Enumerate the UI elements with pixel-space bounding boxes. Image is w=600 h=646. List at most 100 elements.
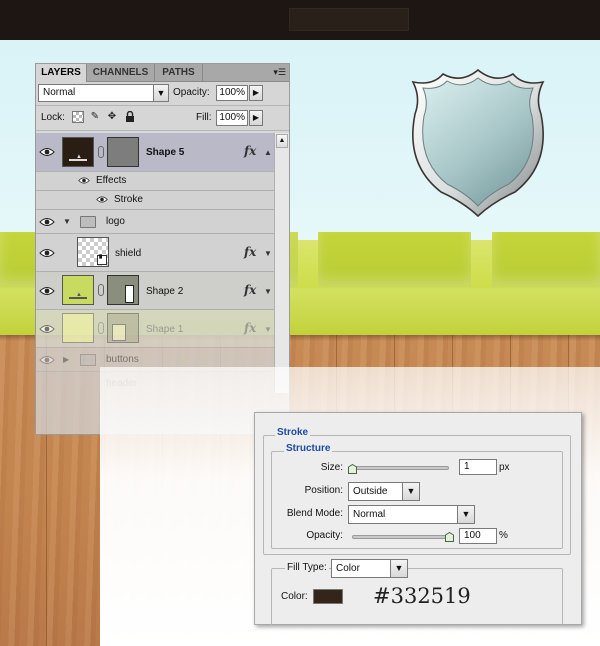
eye-icon[interactable] [39, 286, 55, 296]
blend-mode-label: Blend Mode: [286, 508, 343, 519]
size-slider[interactable] [350, 466, 449, 470]
fill-type-value: Color [336, 563, 360, 574]
fill-label: Fill: [196, 112, 212, 123]
eye-icon[interactable] [78, 176, 94, 186]
blend-mode-value: Normal [43, 87, 76, 98]
link-icon [98, 146, 104, 158]
size-unit: px [499, 462, 510, 473]
scroll-up-arrow-icon[interactable]: ▲ [276, 134, 288, 148]
shield-graphic [411, 68, 545, 218]
blend-mode-select[interactable]: Normal ▼ [38, 84, 169, 102]
layer-thumbnail: ▲ [62, 275, 94, 305]
grass-block [318, 232, 471, 287]
fill-input[interactable]: 100% [216, 110, 248, 126]
chevron-down-icon: ▼ [390, 560, 407, 577]
opacity-slider-button[interactable]: ▶ [249, 85, 263, 101]
eye-icon[interactable] [96, 195, 112, 205]
expand-arrow-icon[interactable]: ▼ [264, 249, 272, 258]
effects-row[interactable]: Effects [36, 172, 289, 191]
lock-brush-icon[interactable]: ✎ [89, 111, 101, 123]
panel-tab-strip: LAYERS CHANNELS PATHS ▾☰ [36, 64, 289, 82]
opacity-label: Opacity: [173, 87, 210, 98]
stroke-color-swatch[interactable] [313, 589, 343, 604]
fx-icon[interactable]: fx [244, 144, 256, 158]
layer-row-shape-2[interactable]: ▲ Shape 2 fx ▼ [36, 272, 289, 310]
fx-icon[interactable]: fx [244, 321, 256, 335]
size-slider-knob[interactable] [348, 463, 357, 474]
layer-name: shield [115, 248, 142, 259]
opacity-slider[interactable] [352, 535, 453, 539]
tab-layers[interactable]: LAYERS [36, 64, 87, 82]
layer-thumbnail [62, 313, 94, 343]
expand-arrow-icon[interactable]: ▼ [63, 217, 71, 226]
link-icon [98, 284, 104, 296]
layer-row-shield[interactable]: ▘ shield fx ▼ [36, 234, 289, 272]
layer-name: logo [106, 216, 125, 227]
eye-icon[interactable] [39, 147, 55, 157]
vector-mask-thumbnail [107, 275, 139, 305]
tab-channels[interactable]: CHANNELS [87, 64, 155, 82]
blend-mode-value: Normal [353, 509, 386, 520]
structure-title: Structure [284, 443, 333, 454]
position-label: Position: [304, 485, 343, 496]
stroke-dialog: Stroke Structure Size: 1 px Position: Ou… [254, 412, 582, 626]
panel-menu-icon[interactable]: ▾☰ [273, 67, 286, 78]
position-value: Outside [353, 486, 388, 497]
fx-icon[interactable]: fx [244, 283, 256, 297]
position-select[interactable]: Outside ▼ [348, 482, 420, 501]
folder-icon [80, 216, 96, 228]
layer-thumbnail: ▲ [62, 137, 94, 167]
chevron-down-icon: ▼ [402, 483, 419, 500]
layer-row-shape-5[interactable]: ▲ Shape 5 fx ▲ [36, 133, 289, 172]
effects-label: Effects [96, 175, 127, 186]
fill-slider-button[interactable]: ▶ [249, 110, 263, 126]
link-icon [98, 322, 104, 334]
folder-icon [80, 354, 96, 366]
blend-opacity-row: Normal ▼ Opacity: 100% ▶ [36, 82, 289, 106]
layer-name: Shape 1 [146, 324, 184, 335]
hex-annotation: #332519 [373, 584, 471, 608]
blend-mode-select[interactable]: Normal ▼ [348, 505, 475, 524]
eye-icon[interactable] [39, 324, 55, 334]
layer-group-logo[interactable]: ▼ logo [36, 210, 289, 234]
fill-type-label: Fill Type: [285, 562, 329, 573]
layer-row-shape-1[interactable]: Shape 1 fx ▼ [36, 310, 289, 348]
stroke-title: Stroke [275, 427, 311, 438]
layers-scrollbar[interactable]: ▲ [274, 133, 289, 393]
header-bar-inset [289, 8, 409, 31]
eye-icon[interactable] [39, 248, 55, 258]
size-label: Size: [320, 462, 343, 473]
size-input[interactable]: 1 [459, 459, 497, 475]
expand-arrow-icon[interactable]: ▼ [264, 325, 272, 334]
vector-mask-thumbnail [107, 137, 139, 167]
opacity-unit: % [499, 530, 508, 541]
lock-all-icon[interactable] [124, 110, 136, 123]
layer-thumbnail: ▘ [77, 237, 109, 267]
fill-type-select[interactable]: Color ▼ [331, 559, 408, 578]
stroke-effect-label: Stroke [114, 194, 143, 205]
chevron-down-icon: ▼ [153, 85, 168, 101]
lock-move-icon[interactable]: ✥ [106, 111, 118, 123]
lock-fill-row: Lock: ✎ ✥ Fill: 100% ▶ [36, 106, 289, 131]
opacity-input[interactable]: 100 [459, 528, 497, 544]
grass-block [290, 232, 298, 287]
layer-name: Shape 2 [146, 286, 184, 297]
layer-name: buttons [106, 354, 139, 365]
opacity-input[interactable]: 100% [216, 85, 248, 101]
chevron-down-icon: ▼ [457, 506, 474, 523]
lock-label: Lock: [41, 112, 65, 123]
header-bar [0, 0, 600, 40]
eye-icon[interactable] [39, 217, 55, 227]
stroke-effect-row[interactable]: Stroke [36, 191, 289, 210]
opacity-slider-knob[interactable] [445, 531, 454, 542]
opacity-label: Opacity: [306, 530, 343, 541]
tab-paths[interactable]: PATHS [155, 64, 203, 82]
lock-transparency-icon[interactable] [72, 111, 84, 123]
eye-icon[interactable] [39, 355, 55, 365]
color-label: Color: [281, 591, 308, 602]
grass-block [492, 232, 600, 287]
fx-icon[interactable]: fx [244, 245, 256, 259]
collapse-arrow-icon[interactable]: ▲ [264, 148, 272, 157]
expand-arrow-icon[interactable]: ▼ [264, 287, 272, 296]
expand-arrow-icon[interactable]: ▶ [63, 355, 69, 364]
